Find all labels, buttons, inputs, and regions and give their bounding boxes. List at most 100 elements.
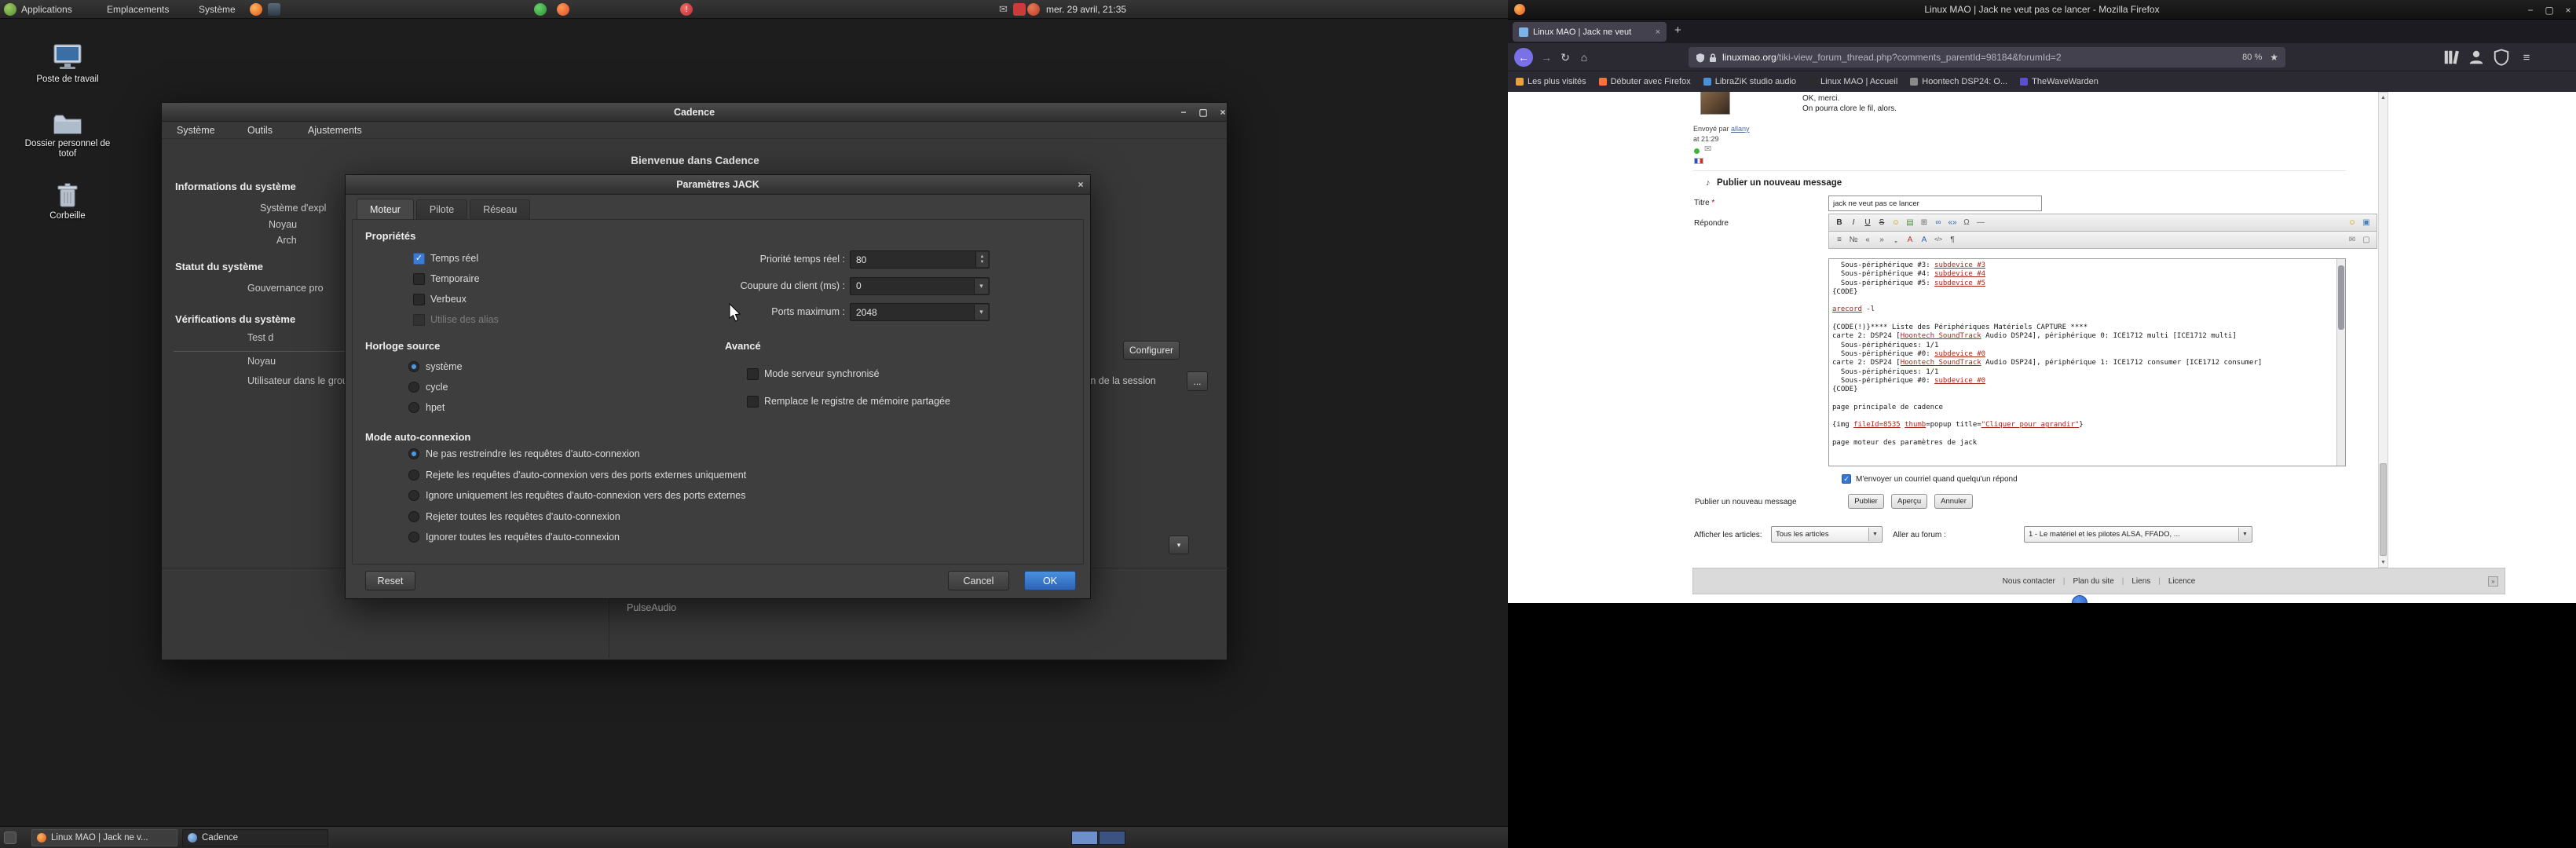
mail-icon[interactable]: ✉ [2346, 233, 2358, 247]
clock-source-radio-hpet[interactable] [408, 402, 419, 413]
url-bar[interactable]: linuxmao.org /tiki-view_forum_thread.php… [1689, 47, 2285, 68]
close-icon[interactable]: × [1073, 177, 1089, 192]
link-icon[interactable]: ∞ [1932, 216, 1945, 229]
cancel-button[interactable]: Cancel [948, 571, 1009, 590]
configure-button[interactable]: Configurer [1123, 341, 1180, 360]
table-icon[interactable]: ⊞ [1918, 216, 1930, 229]
goto-forum-select[interactable]: 1 - Le matériel et les pilotes ALSA, FFA… [2024, 526, 2252, 543]
publier-button[interactable]: Publier [1848, 494, 1884, 509]
underline-icon[interactable]: U [1861, 216, 1874, 229]
desktop-icon-trash[interactable]: Corbeille [20, 182, 115, 221]
jack-checkbox-remplace-le-registre-de-memoire-partagee[interactable] [747, 396, 759, 408]
bookmark-thewavewarden[interactable]: TheWaveWarden [2020, 77, 2098, 86]
code-icon[interactable]: </> [1932, 233, 1945, 247]
forward-icon[interactable]: → [1538, 49, 1555, 66]
jack-checkbox-utilise-des-alias[interactable] [413, 314, 425, 326]
menu-icon[interactable]: ≡ [2518, 49, 2535, 66]
special-char-icon[interactable]: Ω [1960, 216, 1973, 229]
dropdown-arrow-icon[interactable]: ▾ [1169, 535, 1189, 554]
taskbar-window-firefox[interactable]: Linux MAO | Jack ne v... [31, 829, 177, 846]
maximize-icon[interactable]: ▢ [2541, 3, 2557, 17]
tab-reseau[interactable]: Réseau [470, 199, 530, 219]
cadence-titlebar[interactable]: Cadence − ▢ × [162, 103, 1227, 122]
account-icon[interactable] [2468, 49, 2485, 66]
autoconnect-radio-rejete-les-requetes-d-auto-connexion-vers-des-ports-externes-uniquement[interactable] [408, 470, 419, 481]
notify-checkbox[interactable]: ✓ [1842, 474, 1851, 484]
desktop-icon-computer[interactable]: Poste de travail [20, 44, 115, 85]
smiley-picker-icon[interactable]: ☺ [2346, 216, 2358, 229]
editor-textarea[interactable]: Sous-périphérique #3: subdevice #3 Sous-… [1828, 258, 2346, 466]
close-icon[interactable]: × [2560, 3, 2576, 17]
home-icon[interactable]: ⌂ [1575, 49, 1593, 66]
scroll-top-fab[interactable] [2072, 595, 2088, 603]
menu-systeme[interactable]: Système [199, 0, 236, 18]
indent-icon[interactable]: » [1875, 233, 1888, 247]
taskbar-window-cadence[interactable]: Cadence [182, 829, 328, 846]
back-icon[interactable]: ← [1514, 48, 1533, 67]
minimize-icon[interactable]: − [2523, 3, 2538, 17]
outdent-icon[interactable]: « [1861, 233, 1874, 247]
font-color-icon[interactable]: A [1904, 233, 1916, 247]
new-tab-icon[interactable]: + [1674, 24, 1681, 37]
footer-link-plan-du-site[interactable]: Plan du site [2073, 577, 2114, 586]
browse-button[interactable]: ... [1187, 371, 1208, 391]
jack-checkbox-mode-serveur-synchronise[interactable] [747, 368, 759, 380]
footer-link-licence[interactable]: Licence [2168, 577, 2195, 586]
expand-icon[interactable]: ▢ [2360, 233, 2373, 247]
cadence-menu-outils[interactable]: Outils [247, 122, 273, 139]
jack-checkbox-verbeux[interactable] [413, 294, 425, 305]
textarea-scrollbar[interactable] [2336, 259, 2345, 466]
autoconnect-radio-ignorer-toutes-les-requetes-d-auto-connexion[interactable] [408, 532, 419, 543]
tracking-shield-icon[interactable] [1696, 53, 1705, 63]
workspace-2[interactable] [1099, 831, 1125, 845]
mail-tray-icon[interactable]: ✉ [999, 0, 1008, 18]
bookmark-librazik-studio-audio[interactable]: LibraZiK studio audio [1703, 77, 1796, 86]
fullscreen-icon[interactable]: ▣ [2360, 216, 2373, 229]
scrollbar-thumb[interactable] [2338, 265, 2344, 330]
spinner-arrows-icon[interactable]: ▲▼ [975, 252, 988, 267]
italic-icon[interactable]: I [1847, 216, 1860, 229]
dropdown-arrow-icon[interactable]: ▾ [974, 305, 988, 320]
footer-expand-icon[interactable]: » [2488, 576, 2498, 587]
show-desktop-icon[interactable] [4, 832, 16, 844]
apercu-button[interactable]: Aperçu [1891, 494, 1927, 509]
status-tray-icon[interactable] [1027, 3, 1040, 16]
menu-emplacements[interactable]: Emplacements [107, 0, 169, 18]
bold-icon[interactable]: B [1833, 216, 1846, 229]
cadence-menu-systeme[interactable]: Système [177, 122, 215, 139]
background-color-icon[interactable]: A [1918, 233, 1930, 247]
image-icon[interactable]: ▤ [1904, 216, 1916, 229]
strikethrough-icon[interactable]: S [1875, 216, 1888, 229]
bookmark-les-plus-visites[interactable]: Les plus visités [1516, 77, 1586, 86]
zoom-level[interactable]: 80 % [2242, 53, 2262, 62]
minimize-icon[interactable]: − [1176, 105, 1191, 119]
library-icon[interactable] [2442, 49, 2460, 66]
numbered-list-icon[interactable]: № [1847, 233, 1860, 247]
firefox-launcher-icon[interactable] [250, 3, 262, 16]
jack-checkbox-temporaire[interactable] [413, 273, 425, 285]
emoticon-icon[interactable]: ☺ [1890, 216, 1902, 229]
reset-button[interactable]: Reset [365, 571, 415, 590]
dropdown-arrow-icon[interactable]: ▾ [974, 279, 988, 294]
page-scrollbar[interactable]: ▲ ▼ [2378, 92, 2388, 568]
tab-close-icon[interactable]: × [1656, 27, 1660, 37]
paragraph-icon[interactable]: ¶ [1946, 233, 1959, 247]
network-tray-icon[interactable] [534, 3, 547, 16]
close-icon[interactable]: × [1215, 105, 1231, 119]
bookmark-debuter-avec-firefox[interactable]: Débuter avec Firefox [1599, 77, 1691, 86]
horizontal-rule-icon[interactable]: — [1974, 216, 1987, 229]
clock-source-radio-cycle[interactable] [408, 382, 419, 393]
scroll-up-icon[interactable]: ▲ [2379, 93, 2388, 102]
footer-link-nous-contacter[interactable]: Nous contacter [2003, 577, 2055, 586]
panel-clock[interactable]: mer. 29 avril, 21:35 [1046, 0, 1126, 18]
bookmark-linux-mao-accueil[interactable]: Linux MAO | Accueil [1809, 77, 1897, 86]
bookmark-star-icon[interactable]: ★ [2270, 52, 2278, 63]
reload-icon[interactable]: ↻ [1557, 49, 1574, 66]
lock-icon[interactable] [1709, 53, 1717, 63]
extensions-shield-icon[interactable] [2493, 49, 2510, 66]
tab-moteur[interactable]: Moteur [357, 199, 414, 219]
bullet-list-icon[interactable]: ≡ [1833, 233, 1846, 247]
show-articles-select[interactable]: Tous les articles ▼ [1771, 526, 1883, 543]
scrollbar-thumb[interactable] [2380, 463, 2387, 556]
jack-checkbox-temps-reel[interactable]: ✓ [413, 253, 425, 265]
